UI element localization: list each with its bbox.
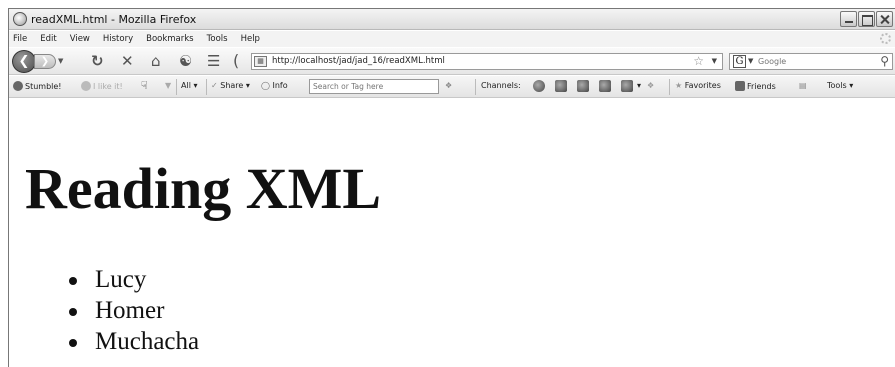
stop-icon[interactable]: ✕ — [121, 52, 134, 70]
toolbar-separator — [475, 79, 476, 95]
window-controls — [840, 11, 893, 27]
stumbleupon-icon — [13, 81, 23, 91]
search-input[interactable] — [758, 55, 868, 68]
favorites-button[interactable]: ★ Favorites — [675, 81, 721, 90]
maximize-button[interactable] — [858, 11, 875, 27]
back-button[interactable]: ❮ — [12, 50, 36, 73]
info-label: Info — [272, 81, 288, 90]
i-like-it-label: I like it! — [93, 82, 123, 91]
menu-history[interactable]: History — [103, 34, 133, 44]
reload-icon[interactable]: ↻ — [91, 52, 104, 70]
toolbar-separator — [669, 79, 670, 95]
menu-edit[interactable]: Edit — [40, 34, 56, 44]
channel-globe-icon[interactable] — [533, 80, 545, 92]
channels-label: Channels: — [481, 81, 521, 90]
browser-window: readXML.html - Mozilla Firefox File Edit… — [8, 8, 895, 367]
addon-icon[interactable]: ☯ — [179, 52, 192, 70]
list-item: Muchacha — [69, 326, 199, 357]
close-button[interactable] — [876, 11, 893, 27]
i-like-it-button[interactable]: I like it! — [81, 81, 123, 91]
channel-tv-icon[interactable] — [599, 80, 611, 92]
search-bar[interactable]: G ▼ ⚲ — [729, 53, 893, 70]
address-bar[interactable]: ▦ http://localhost/jad/jad_16/readXML.ht… — [251, 53, 723, 70]
stumble-label: Stumble! — [25, 82, 62, 91]
toolbar-separator — [206, 79, 207, 95]
info-bubble-icon: ◯ — [261, 81, 270, 90]
stumble-button[interactable]: Stumble! — [13, 81, 62, 91]
favorites-label: Favorites — [684, 81, 721, 90]
all-dropdown[interactable]: All ▾ — [181, 81, 197, 90]
share-button[interactable]: ✓ Share ▾ — [211, 81, 250, 90]
forward-button[interactable]: ❯ — [34, 54, 56, 69]
thumbs-down-dropdown-icon[interactable]: ▼ — [165, 81, 171, 90]
firefox-icon — [13, 12, 27, 26]
channel-news-icon[interactable] — [621, 80, 633, 92]
url-dropdown-icon[interactable]: ▼ — [712, 57, 717, 65]
site-favicon-icon: ▦ — [254, 56, 267, 67]
title-bar: readXML.html - Mozilla Firefox — [9, 9, 895, 30]
all-label: All — [181, 81, 191, 90]
toolbar-separator — [176, 79, 177, 95]
tag-search-input[interactable] — [310, 80, 438, 93]
menu-file[interactable]: File — [13, 34, 27, 44]
list-item: Lucy — [69, 264, 199, 295]
name-list: Lucy Homer Muchacha — [69, 264, 199, 357]
channel-tag-icon[interactable]: ❖ — [647, 81, 654, 90]
tools-dropdown[interactable]: Tools ▾ — [827, 81, 853, 90]
stumbleupon-toolbar: Stumble! I like it! ☟ ▼ All ▾ ✓ Share ▾ … — [9, 76, 895, 98]
page-icon[interactable]: ▤ — [799, 81, 807, 90]
thumbs-down-icon[interactable]: ☟ — [141, 79, 148, 92]
page-heading: Reading XML — [25, 156, 382, 221]
channel-photos-icon[interactable] — [577, 80, 589, 92]
url-bracket-icon: ( — [233, 51, 240, 70]
tag-icon[interactable]: ❖ — [445, 81, 452, 90]
home-icon[interactable]: ⌂ — [151, 52, 161, 70]
menu-bookmarks[interactable]: Bookmarks — [146, 34, 194, 44]
url-text[interactable]: http://localhost/jad/jad_16/readXML.html — [272, 56, 445, 66]
menu-tools[interactable]: Tools — [207, 34, 228, 44]
page-content: Reading XML Lucy Homer Muchacha — [9, 99, 895, 367]
menu-view[interactable]: View — [70, 34, 90, 44]
menu-help[interactable]: Help — [241, 34, 260, 44]
window-title: readXML.html - Mozilla Firefox — [31, 13, 197, 26]
list-item: Homer — [69, 295, 199, 326]
menu-bar: File Edit View History Bookmarks Tools H… — [9, 31, 895, 47]
history-dropdown-icon[interactable]: ▼ — [58, 57, 63, 65]
bookmark-star-icon[interactable]: ☆ — [693, 54, 704, 68]
channels-dropdown-icon[interactable]: ▾ — [637, 81, 641, 90]
navigation-toolbar: ❮ ❯ ▼ ↻ ✕ ⌂ ☯ ☰ ( ▦ http://localhost/jad… — [9, 48, 895, 75]
search-engine-dropdown-icon[interactable]: ▼ — [748, 57, 753, 65]
tag-search-box[interactable] — [309, 79, 439, 94]
share-label: Share — [220, 81, 244, 90]
friends-icon — [735, 81, 745, 91]
friends-button[interactable]: Friends — [735, 81, 776, 91]
friends-label: Friends — [747, 82, 776, 91]
database-icon[interactable]: ☰ — [207, 52, 220, 70]
channel-people-icon[interactable] — [555, 80, 567, 92]
share-icon: ✓ — [211, 81, 218, 90]
info-button[interactable]: ◯ Info — [261, 81, 288, 90]
search-engine-icon[interactable]: G — [733, 55, 746, 68]
favorites-star-icon: ★ — [675, 81, 683, 90]
tools-label: Tools — [827, 81, 847, 90]
activity-throbber-icon — [880, 33, 891, 44]
minimize-button[interactable] — [840, 11, 857, 27]
search-icon[interactable]: ⚲ — [880, 54, 889, 68]
thumbs-up-icon — [81, 81, 91, 91]
